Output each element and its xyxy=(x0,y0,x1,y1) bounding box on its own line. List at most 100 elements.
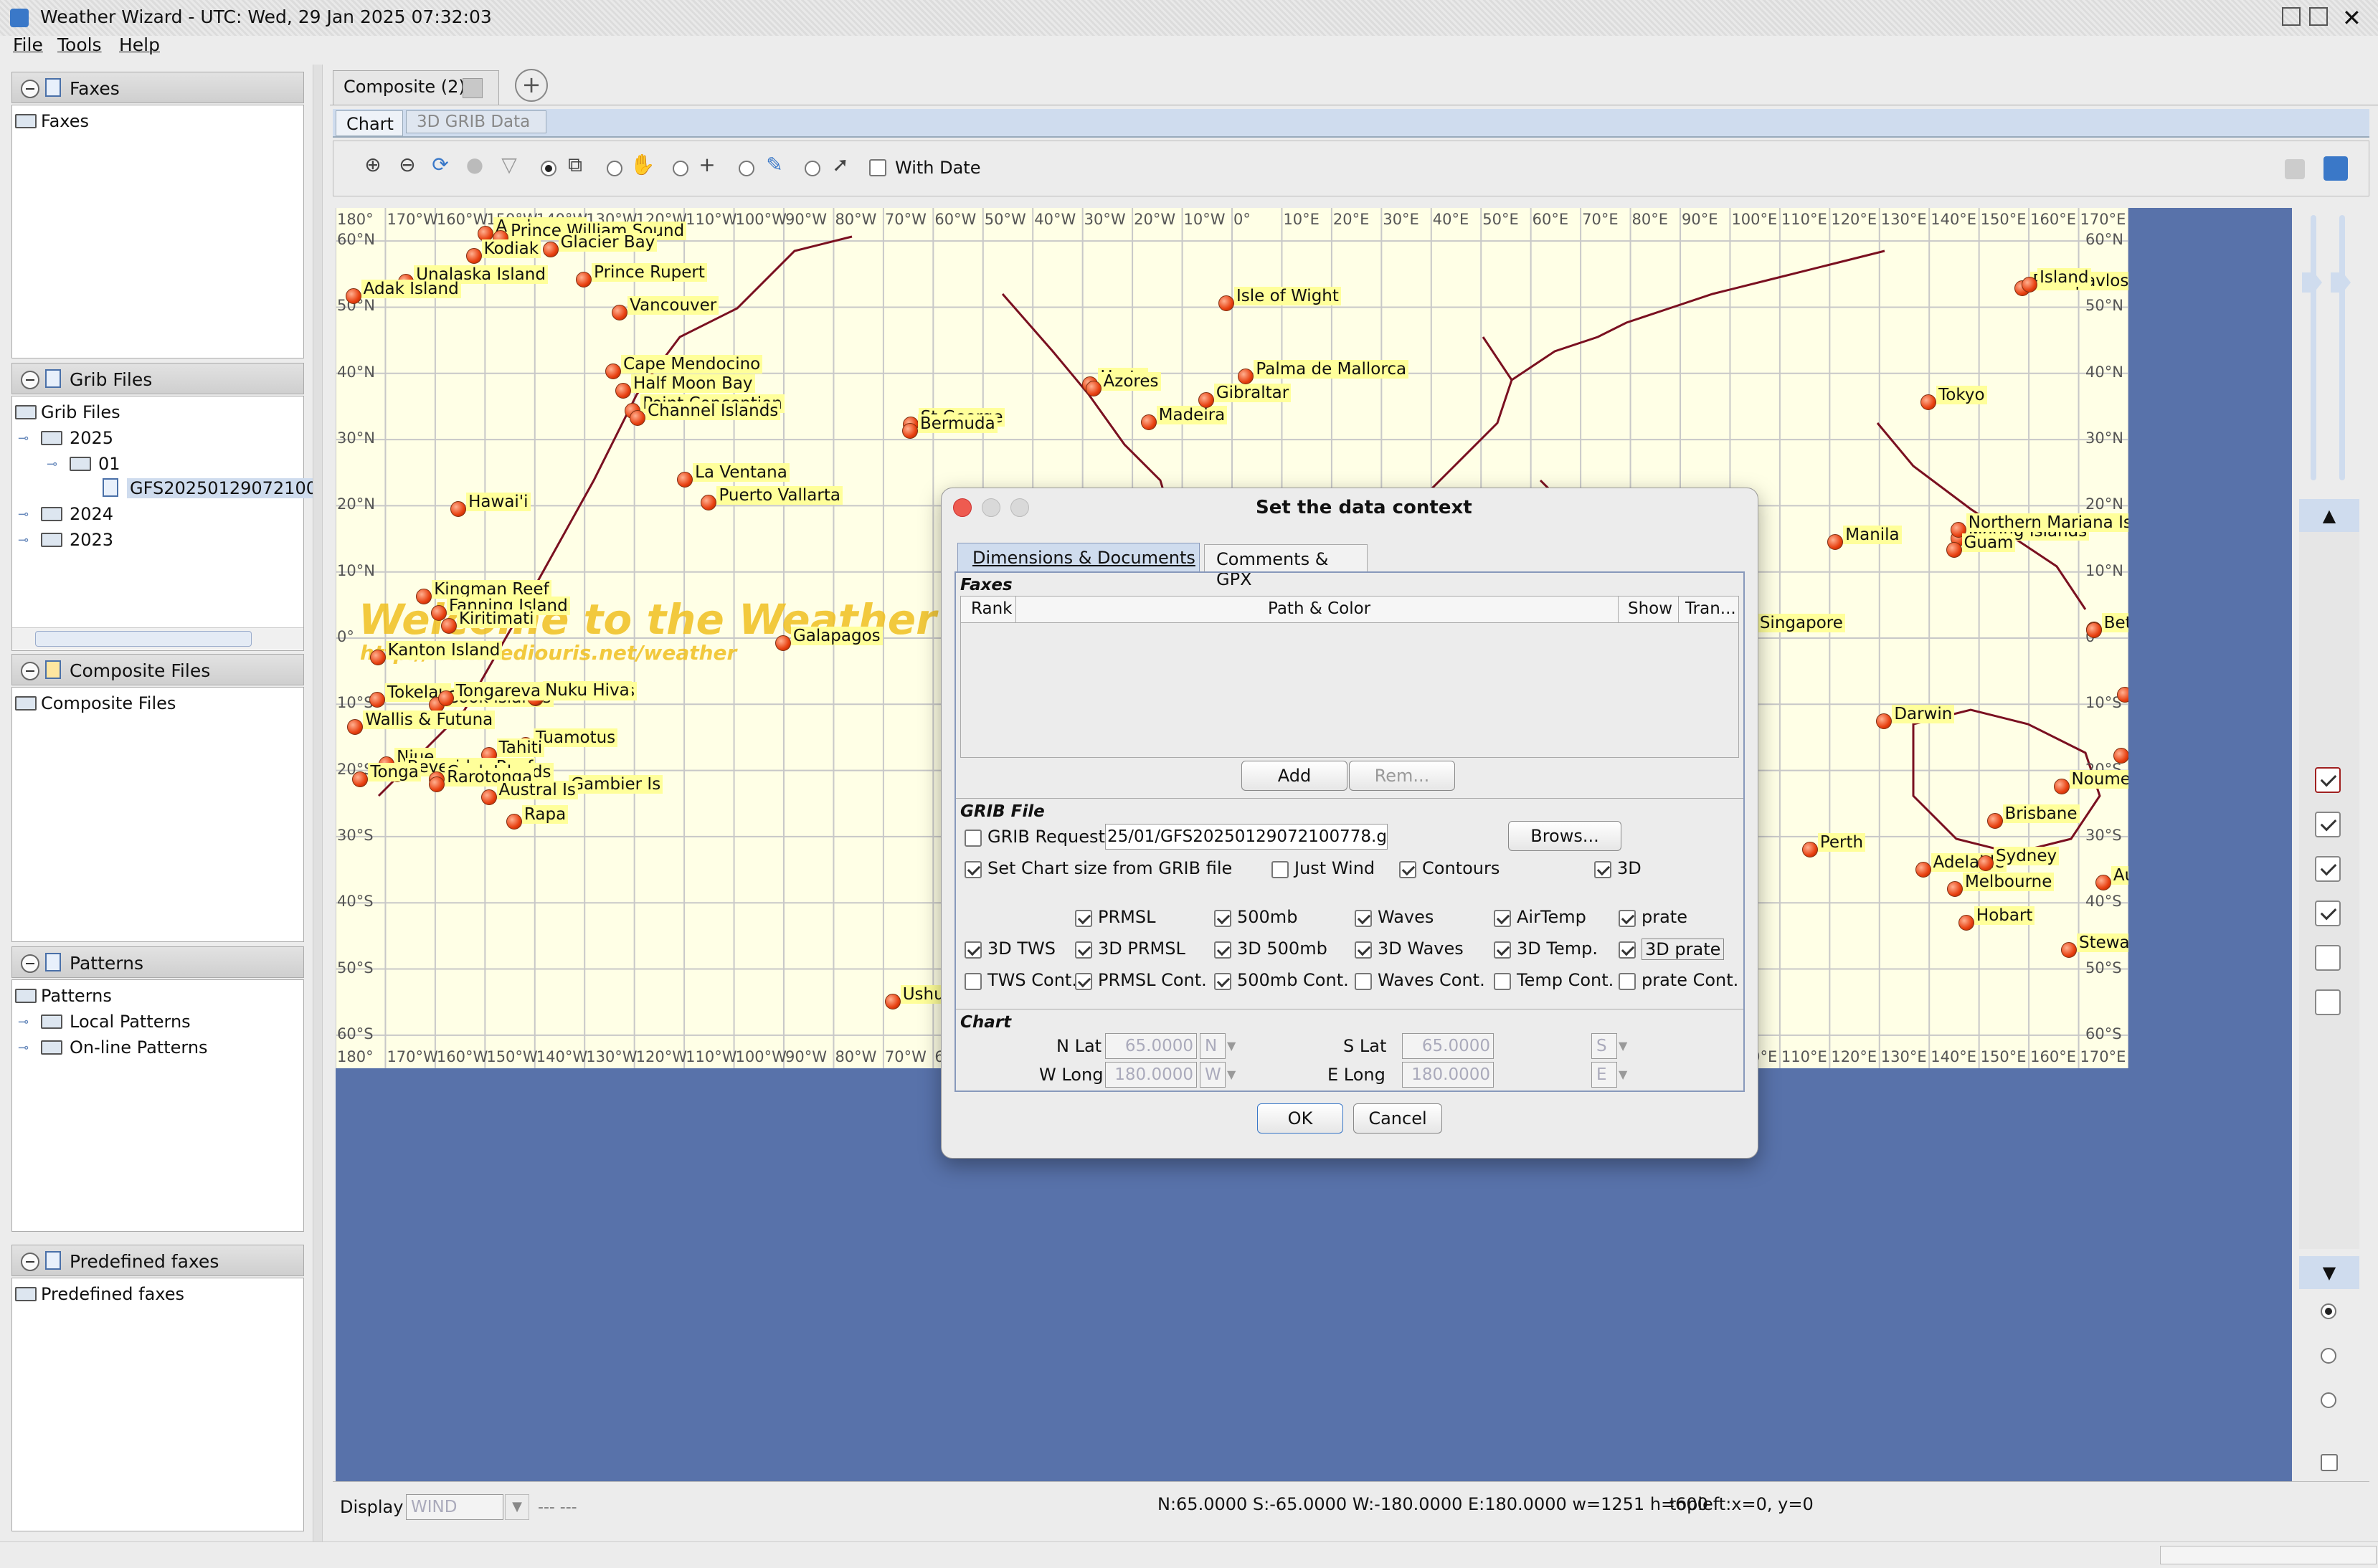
w-long-hemisphere-select[interactable]: W xyxy=(1200,1062,1226,1088)
faxes-table[interactable]: Rank Path & Color Show Tran... xyxy=(960,596,1739,758)
ok-button[interactable]: OK xyxy=(1257,1103,1343,1134)
w-long-input[interactable]: 180.0000 xyxy=(1105,1062,1197,1088)
place-marker[interactable] xyxy=(1978,855,1994,871)
place-marker[interactable] xyxy=(1198,391,1214,408)
expand-toggle-icon[interactable]: ⊸ xyxy=(47,457,57,472)
param-checkbox-prmsl-cont-[interactable] xyxy=(1075,973,1092,990)
menu-tools[interactable]: Tools xyxy=(57,34,102,55)
place-marker[interactable] xyxy=(884,993,901,1009)
param-checkbox-waves-cont-[interactable] xyxy=(1355,973,1372,990)
grib-path-input[interactable]: 25/01/GFS20250129072100778.grb xyxy=(1105,824,1388,850)
menu-help[interactable]: Help xyxy=(119,34,160,55)
expand-toggle-icon[interactable]: ⊸ xyxy=(18,431,29,446)
s-lat-hemisphere-select[interactable]: S xyxy=(1591,1033,1617,1059)
refresh-icon[interactable]: ⟳ xyxy=(427,152,453,178)
grib-request-checkbox[interactable] xyxy=(965,830,982,847)
resize-grip[interactable] xyxy=(2160,1546,2377,1564)
layers-icon[interactable]: ⧉ xyxy=(562,152,588,178)
place-marker[interactable] xyxy=(605,364,622,380)
scroll-thumb[interactable] xyxy=(35,631,252,647)
param-checkbox-tws-cont-[interactable] xyxy=(965,973,982,990)
faxes-panel-header[interactable]: Faxes xyxy=(11,72,304,103)
cancel-button[interactable]: Cancel xyxy=(1353,1103,1442,1134)
tree-node-local-patterns[interactable]: Local Patterns xyxy=(70,1012,191,1032)
collapse-icon[interactable] xyxy=(21,662,39,680)
param-checkbox-temp-cont-[interactable] xyxy=(1494,973,1511,990)
w-long-dropdown-icon[interactable]: ▼ xyxy=(1227,1062,1246,1088)
param-checkbox-500mb[interactable] xyxy=(1214,910,1231,927)
dialog-close-icon[interactable] xyxy=(953,498,972,517)
layer-toggle-5[interactable] xyxy=(2315,945,2341,971)
splitter[interactable] xyxy=(313,65,323,1541)
tree-node-01[interactable]: 01 xyxy=(98,454,120,474)
param-checkbox-3d-waves[interactable] xyxy=(1355,941,1372,959)
horizontal-scrollbar[interactable] xyxy=(12,627,303,650)
composite-panel-header[interactable]: Composite Files xyxy=(11,654,304,685)
with-date-checkbox[interactable] xyxy=(869,159,886,176)
param-checkbox-3d-tws[interactable] xyxy=(965,941,982,959)
side-radio-3[interactable] xyxy=(2321,1392,2336,1408)
crosshair-icon[interactable]: + xyxy=(694,152,720,178)
place-marker[interactable] xyxy=(1218,295,1234,311)
mode-radio-4[interactable] xyxy=(739,161,754,176)
maximize-icon[interactable] xyxy=(2309,7,2328,26)
mode-radio-1[interactable] xyxy=(541,161,556,176)
place-marker[interactable] xyxy=(612,304,628,320)
place-marker[interactable] xyxy=(345,288,361,304)
dialog-tab-comments[interactable]: Comments & GPX xyxy=(1204,544,1368,589)
expand-toggle-icon[interactable]: ⊸ xyxy=(18,533,29,548)
place-marker[interactable] xyxy=(2053,778,2070,794)
zoom-in-icon[interactable]: ⊕ xyxy=(360,152,386,178)
layer-toggle-1[interactable] xyxy=(2315,767,2341,793)
layer-toggle-4[interactable] xyxy=(2315,901,2341,926)
place-marker[interactable] xyxy=(542,242,559,258)
tree-node-2023[interactable]: 2023 xyxy=(70,530,113,550)
place-marker[interactable] xyxy=(506,813,522,830)
display-select[interactable]: WIND xyxy=(406,1494,503,1520)
tab-composite[interactable]: Composite (2) xyxy=(333,70,499,105)
just-wind-checkbox[interactable] xyxy=(1271,861,1289,878)
place-marker[interactable] xyxy=(369,691,385,708)
place-marker[interactable] xyxy=(1946,880,1963,897)
side-radio-2[interactable] xyxy=(2321,1348,2336,1364)
tree-node-patterns[interactable]: Patterns xyxy=(41,986,112,1006)
dialog-zoom-icon[interactable] xyxy=(1010,498,1029,517)
scroll-down-icon[interactable]: ▼ xyxy=(2299,1256,2359,1289)
tree-node-2024[interactable]: 2024 xyxy=(70,504,113,524)
mode-radio-2[interactable] xyxy=(607,161,622,176)
place-marker[interactable] xyxy=(615,382,631,399)
scroll-up-icon[interactable]: ▲ xyxy=(2299,499,2359,532)
place-marker[interactable] xyxy=(2113,748,2128,764)
close-icon[interactable]: ✕ xyxy=(2342,4,2362,32)
zoom-out-icon[interactable]: ⊖ xyxy=(394,152,420,178)
param-checkbox-prmsl[interactable] xyxy=(1075,910,1092,927)
tree-node-predefined[interactable]: Predefined faxes xyxy=(41,1284,184,1304)
place-marker[interactable] xyxy=(1986,812,2003,829)
place-marker[interactable] xyxy=(576,271,592,288)
layer-toggle-3[interactable] xyxy=(2315,856,2341,882)
col-show[interactable]: Show xyxy=(1628,599,1672,618)
place-marker[interactable] xyxy=(2060,941,2077,958)
place-marker[interactable] xyxy=(1946,542,1962,559)
param-checkbox-3d-500mb[interactable] xyxy=(1214,941,1231,959)
place-marker[interactable] xyxy=(1915,862,1931,878)
tree-node-faxes[interactable]: Faxes xyxy=(41,111,89,131)
pointer-icon[interactable]: ➚ xyxy=(828,152,853,178)
param-checkbox-waves[interactable] xyxy=(1355,910,1372,927)
mode-radio-5[interactable] xyxy=(805,161,820,176)
browse-button[interactable]: Brows... xyxy=(1508,821,1621,851)
fullscreen-icon[interactable] xyxy=(2323,156,2348,181)
place-marker[interactable] xyxy=(352,771,369,787)
layer-toggle-2[interactable] xyxy=(2315,812,2341,837)
menu-file[interactable]: File xyxy=(13,34,43,55)
add-tab-icon[interactable]: + xyxy=(515,69,548,102)
place-marker[interactable] xyxy=(1085,381,1102,397)
place-marker[interactable] xyxy=(1140,414,1157,431)
param-checkbox-3d-temp-[interactable] xyxy=(1494,941,1511,959)
layer-toggle-6[interactable] xyxy=(2315,989,2341,1015)
add-fax-button[interactable]: Add xyxy=(1241,761,1347,791)
collapse-icon[interactable] xyxy=(21,1253,39,1271)
param-checkbox-prate[interactable] xyxy=(1619,910,1636,927)
side-radio-1[interactable] xyxy=(2321,1303,2336,1319)
col-transparency[interactable]: Tran... xyxy=(1685,599,1736,618)
